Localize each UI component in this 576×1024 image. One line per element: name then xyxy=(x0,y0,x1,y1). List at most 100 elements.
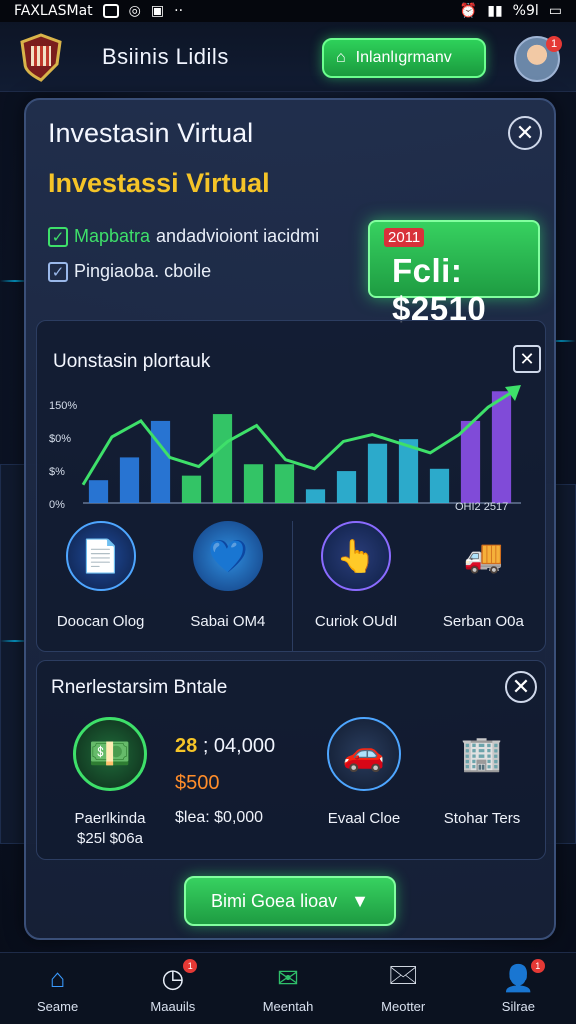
option-checklist: ✓ Mapbatra andadvioiont iacidmi ✓ Pingia… xyxy=(48,226,319,296)
game-icon: ▣ xyxy=(150,3,165,19)
header-action-label: Inlanlıgrmanv xyxy=(355,49,452,66)
invest-box: Rnerlestarsim Bntale ✕ 💵 Paerlkinda $25l… xyxy=(36,660,546,860)
chart-x-label: OHI2 2517 xyxy=(455,501,509,513)
y-tick-label: 0% xyxy=(49,499,65,511)
alarm-icon: ⏰ xyxy=(459,3,478,19)
investment-panel: Investasin Virtual ✕ Investassi Virtual … xyxy=(24,98,556,940)
chart-close-button[interactable]: ✕ xyxy=(513,345,541,373)
heart-chart-icon: 💙 xyxy=(192,521,263,591)
chart-bar xyxy=(336,471,357,503)
invest-items: 💵 Paerlkinda $25l $06a 28 ; 04,000 $500 … xyxy=(37,717,547,851)
close-button[interactable]: ✕ xyxy=(508,116,542,150)
chart-bar xyxy=(119,457,140,503)
trend-line xyxy=(81,387,518,486)
invest-item[interactable]: 🚗 Evaal Cloe xyxy=(309,717,419,829)
battery-text: %9l xyxy=(512,3,539,19)
y-tick-label: 150% xyxy=(49,400,77,412)
money-card-icon: 💵 xyxy=(73,717,147,791)
checkbox-checked[interactable]: ✓ xyxy=(48,261,68,282)
feature-item[interactable]: 📄 Doocan Olog xyxy=(37,521,164,651)
close-icon: ✕ xyxy=(515,120,535,145)
nav-item-maauils[interactable]: ◷ 1 Maauils xyxy=(115,953,230,1024)
inbox-icon: 🖂 xyxy=(387,959,419,989)
invest-item-label-2: $25l $06a xyxy=(77,830,143,847)
notification-icon xyxy=(102,4,119,18)
nav-item-home[interactable]: ⌂ Seame xyxy=(0,953,115,1024)
check-label-highlight: Mapbatra xyxy=(74,226,151,246)
nav-label: Seame xyxy=(37,999,79,1014)
checkbox-checked[interactable]: ✓ xyxy=(48,226,68,247)
chart-bar xyxy=(243,464,264,503)
header-action-button[interactable]: ⌂ Inlanlıgrmanv xyxy=(322,38,486,78)
feature-label: Sabai OM4 xyxy=(190,613,266,630)
chart-box: Uonstasin plortauk ✕ 150% $0% $% 0% OHI2 25… xyxy=(36,320,546,652)
status-bar: FAXLASMat ◎ ▣ ·· ⏰ ▮▮ %9l ▭ xyxy=(0,0,576,22)
tablet-click-icon: 👆 xyxy=(321,521,392,591)
nav-item-meotter[interactable]: 🖂 Meotter xyxy=(346,953,461,1024)
chevron-down-icon: ▼ xyxy=(351,890,369,911)
check-row[interactable]: ✓ Pingiaoba. cboile xyxy=(48,261,319,282)
invest-close-button[interactable]: ✕ xyxy=(505,671,537,703)
chart-bar xyxy=(305,489,326,503)
chart-bar xyxy=(367,443,388,503)
chart-bar xyxy=(429,468,450,503)
chart-bar xyxy=(88,480,109,503)
app-header: Bsiinis Lidils ⌂ Inlanlıgrmanv 1 xyxy=(0,22,576,92)
invest-value-2: $500 xyxy=(175,772,220,794)
panel-title: Investasin Virtual xyxy=(48,118,254,148)
invest-item[interactable]: 💵 Paerlkinda $25l $06a xyxy=(55,717,165,849)
feature-row: 📄 Doocan Olog 💙 Sabai OM4 👆 Curiok OUdI … xyxy=(37,521,547,651)
feature-label: Curiok OUdI xyxy=(314,613,398,630)
invest-values: 28 ; 04,000 $500 $lea: $0,000 xyxy=(175,735,275,827)
chart-bar xyxy=(181,475,202,503)
shield-logo-icon[interactable] xyxy=(14,30,68,84)
feature-item[interactable]: 🚚 Serban O0a xyxy=(420,521,547,651)
bar-chart: 150% $0% $% 0% xyxy=(49,385,521,511)
price-value: Fcli: $2510 xyxy=(392,252,487,327)
close-icon: ✕ xyxy=(511,674,531,699)
document-icon: 📄 xyxy=(65,521,136,591)
feature-item[interactable]: 💙 Sabai OM4 xyxy=(164,521,291,651)
nav-item-silrae[interactable]: 👤 1 Silrae xyxy=(461,953,576,1024)
car-icon: 🚗 xyxy=(327,717,401,791)
chart-bar xyxy=(212,414,233,503)
feature-label: Doocan Olog xyxy=(56,613,145,630)
feature-item[interactable]: 👆 Curiok OUdI xyxy=(293,521,420,651)
nav-label: Maauils xyxy=(150,999,196,1014)
nav-label: Silrae xyxy=(501,999,536,1014)
check-label: Pingiaoba. cboile xyxy=(74,261,212,281)
invest-title: Rnerlestarsim Bntale xyxy=(51,677,228,698)
invest-item[interactable]: 🏢 Stohar Ters xyxy=(427,717,537,829)
y-tick-label: $% xyxy=(49,466,65,478)
invest-value-3: $lea: $0,000 xyxy=(175,809,264,826)
avatar[interactable]: 1 xyxy=(514,36,562,82)
bottom-nav: ⌂ Seame ◷ 1 Maauils ✉ Meentah 🖂 Meotter … xyxy=(0,952,576,1024)
avatar-badge: 1 xyxy=(546,36,562,52)
feature-label: Serban O0a xyxy=(442,613,524,630)
invest-item-label: Stohar Ters xyxy=(443,810,521,827)
check-row[interactable]: ✓ Mapbatra andadvioiont iacidmi xyxy=(48,226,319,247)
invest-item-label: Paerlkinda $25l $06a xyxy=(55,809,165,849)
primary-cta-button[interactable]: Bimi Goea lioav ▼ xyxy=(184,876,396,926)
more-icon: ·· xyxy=(174,3,184,19)
price-year: 2011 xyxy=(384,228,425,247)
app-title: Bsiinis Lidils xyxy=(102,43,229,69)
cta-label: Bimi Goea lioav xyxy=(211,890,338,911)
invest-item-label-1: Paerlkinda xyxy=(74,810,146,827)
signal-icon: ▮▮ xyxy=(487,3,503,19)
invest-item-label: Evaal Cloe xyxy=(327,810,401,827)
nav-badge: 1 xyxy=(530,959,545,973)
nav-label: Meentah xyxy=(262,999,314,1014)
chart-bar xyxy=(274,464,295,503)
building-network-icon: 🏢 xyxy=(460,735,504,773)
chart-bar xyxy=(150,420,171,503)
nav-badge: 1 xyxy=(183,959,198,973)
check-label: andadvioiont iacidmi xyxy=(156,226,320,246)
mail-open-icon: ✉ xyxy=(277,962,299,993)
chart-title: Uonstasin plortauk xyxy=(53,351,211,372)
home-icon: ⌂ xyxy=(49,962,66,993)
price-card[interactable]: 2011 Fcli: $2510 xyxy=(368,220,540,327)
nav-label: Meotter xyxy=(381,999,426,1014)
y-tick-label: $0% xyxy=(49,433,71,445)
nav-item-meentah[interactable]: ✉ Meentah xyxy=(230,953,345,1024)
